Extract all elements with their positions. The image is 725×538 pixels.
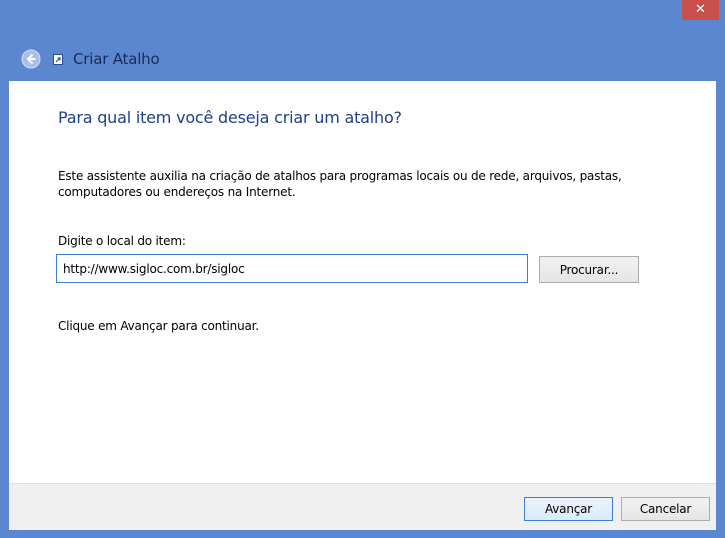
back-button[interactable] [20,48,42,70]
wizard-header: Criar Atalho [8,40,717,78]
wizard-window: ✕ Criar Atalho Para qual item você desej… [0,0,725,538]
browse-button[interactable]: Procurar... [539,256,639,283]
back-arrow-icon [21,49,41,69]
continue-hint: Clique em Avançar para continuar. [58,319,259,333]
description-text: Este assistente auxilia na criação de at… [58,169,622,199]
wizard-content: Para qual item você deseja criar um atal… [9,81,716,483]
next-button[interactable]: Avançar [524,497,613,521]
wizard-footer: Avançar Cancelar [9,483,716,530]
wizard-title: Criar Atalho [73,50,160,68]
shortcut-icon [51,52,65,66]
close-button[interactable]: ✕ [682,0,719,20]
location-input[interactable] [56,254,528,283]
location-label: Digite o local do item: [58,234,186,248]
page-heading: Para qual item você deseja criar um atal… [58,108,402,127]
close-icon: ✕ [695,2,706,17]
title-bar: ✕ [0,0,725,32]
cancel-button[interactable]: Cancelar [621,497,710,521]
